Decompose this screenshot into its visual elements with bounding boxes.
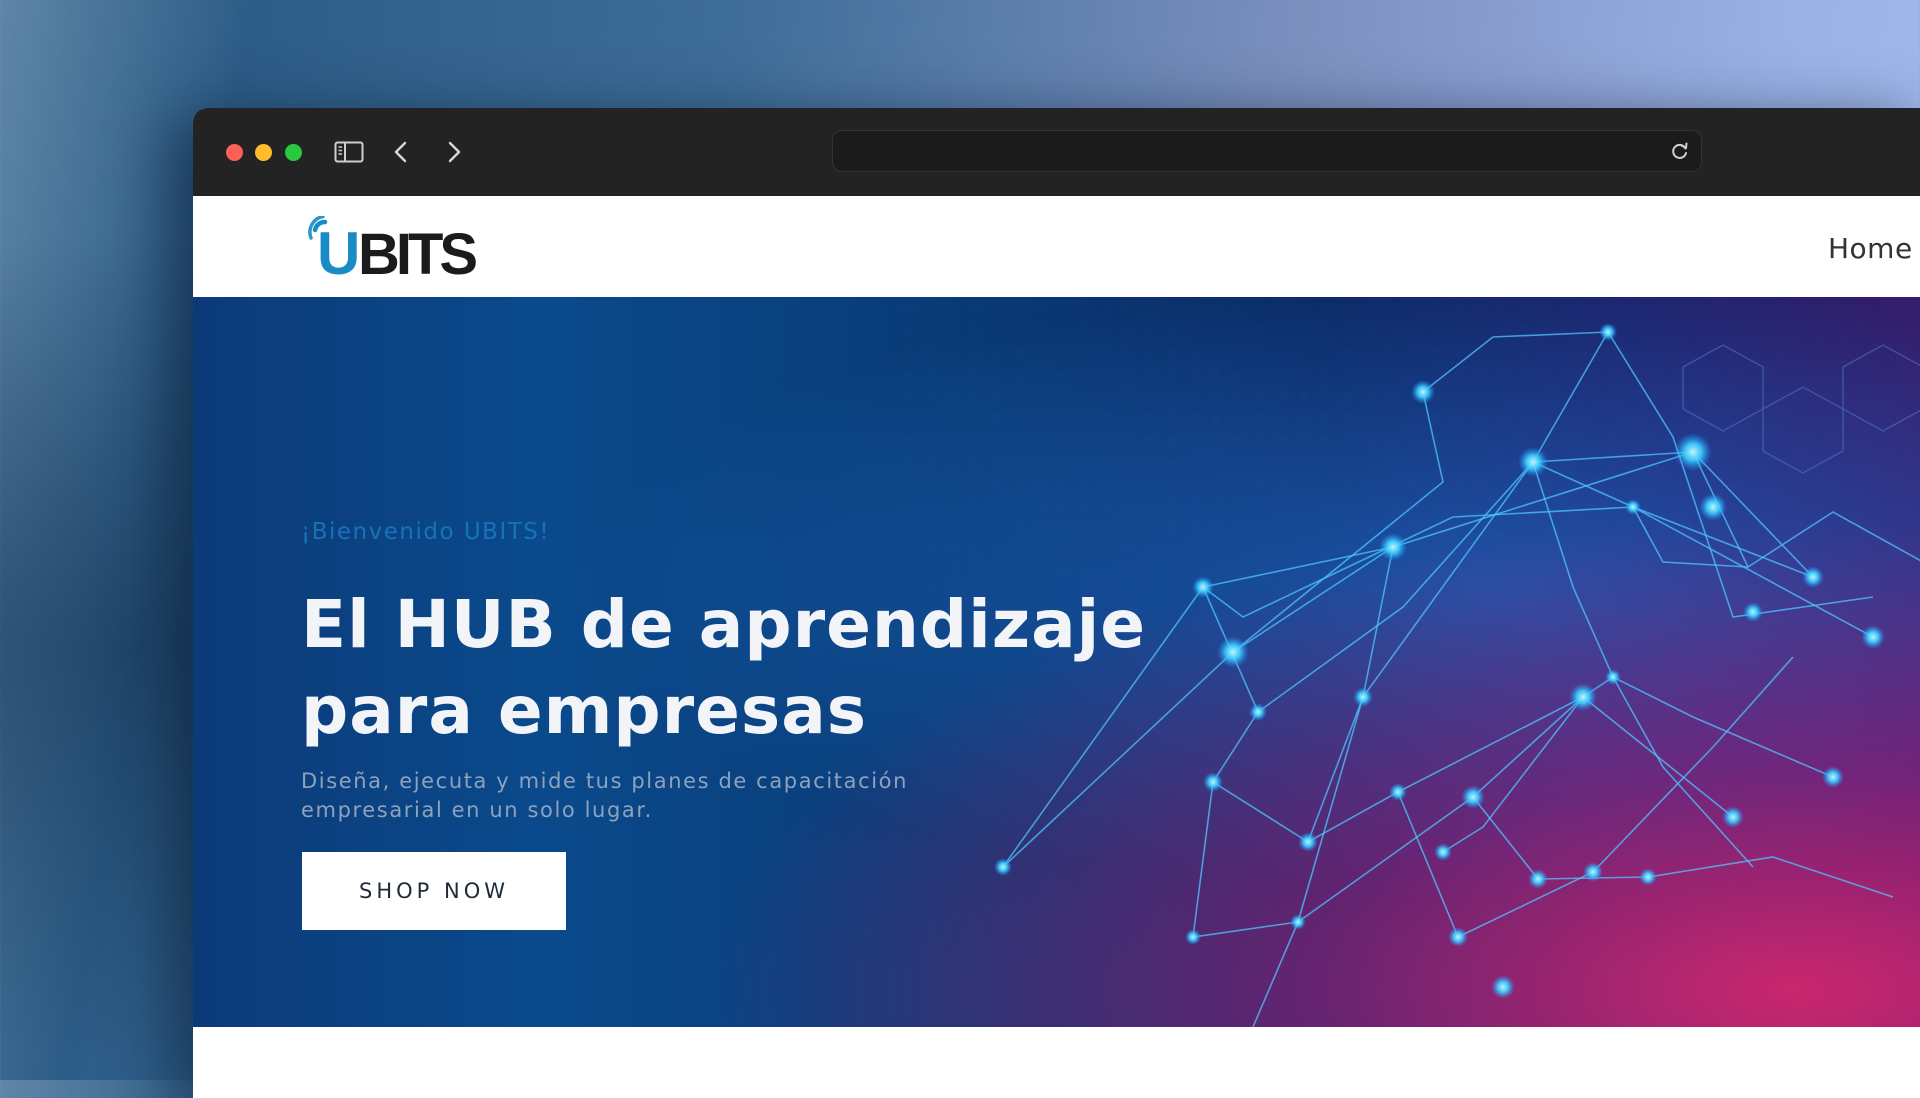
close-window-button[interactable]	[226, 144, 243, 161]
svg-text:BITS: BITS	[358, 222, 476, 280]
ubits-logo[interactable]: U BITS	[303, 214, 493, 287]
sidebar-icon	[334, 141, 364, 163]
maximize-window-button[interactable]	[285, 144, 302, 161]
nav-home-link[interactable]: Home	[1828, 232, 1913, 265]
page-content-below	[193, 1027, 1920, 1098]
hero-title: El HUB de aprendizaje para empresas	[301, 586, 1147, 749]
svg-text:U: U	[317, 220, 357, 280]
sidebar-toggle-button[interactable]	[333, 136, 365, 168]
reload-icon[interactable]	[1669, 140, 1691, 162]
shop-now-button[interactable]: SHOP NOW	[302, 852, 566, 930]
hero-banner: ¡Bienvenido UBITS! El HUB de aprendizaje…	[193, 297, 1920, 1027]
browser-toolbar	[193, 108, 1920, 196]
hero-subtitle: Diseña, ejecuta y mide tus planes de cap…	[301, 769, 909, 822]
chevron-right-icon	[448, 141, 461, 163]
minimize-window-button[interactable]	[255, 144, 272, 161]
back-button[interactable]	[385, 136, 417, 168]
forward-button[interactable]	[438, 136, 470, 168]
chevron-left-icon	[394, 141, 407, 163]
site-header: U BITS Home	[193, 196, 1920, 297]
address-bar[interactable]	[832, 130, 1702, 172]
browser-window: U BITS Home ¡Bienvenido UBITS! El HUB de…	[193, 108, 1920, 1098]
hero-eyebrow: ¡Bienvenido UBITS!	[301, 519, 551, 545]
